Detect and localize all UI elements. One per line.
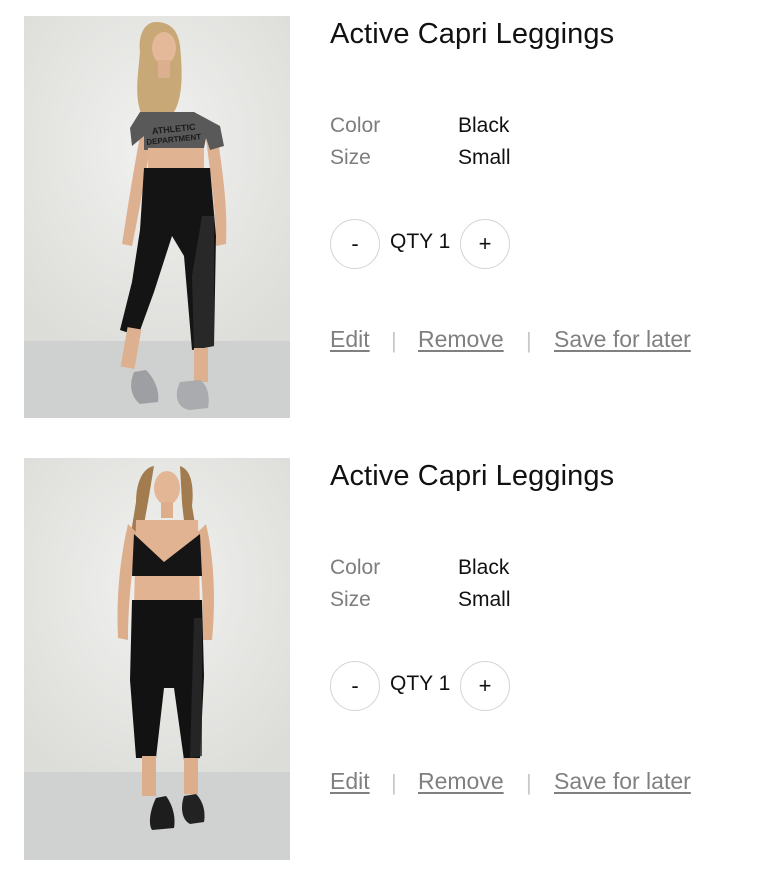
cart-item: ATHLETIC DEPARTMENT Active Capri Legging… <box>24 16 744 418</box>
link-separator: | <box>391 770 397 795</box>
edit-link[interactable]: Edit <box>330 768 370 795</box>
edit-link[interactable]: Edit <box>330 326 370 353</box>
remove-link[interactable]: Remove <box>418 326 504 353</box>
item-details: Active Capri Leggings Color Black Size S… <box>330 16 740 418</box>
quantity-decrease-button[interactable]: - <box>330 219 380 269</box>
quantity-value: QTY 1 <box>390 672 451 695</box>
color-value: Black <box>458 556 510 579</box>
quantity-increase-button[interactable]: + <box>460 661 510 711</box>
size-value: Small <box>458 146 511 169</box>
product-image[interactable] <box>24 458 290 860</box>
color-label: Color <box>330 556 381 579</box>
size-label: Size <box>330 588 371 611</box>
product-photo <box>24 458 290 860</box>
product-image[interactable]: ATHLETIC DEPARTMENT <box>24 16 290 418</box>
save-for-later-link[interactable]: Save for later <box>554 326 691 353</box>
remove-link[interactable]: Remove <box>418 768 504 795</box>
product-title[interactable]: Active Capri Leggings <box>330 18 614 51</box>
size-label: Size <box>330 146 371 169</box>
quantity-increase-button[interactable]: + <box>460 219 510 269</box>
save-for-later-link[interactable]: Save for later <box>554 768 691 795</box>
color-value: Black <box>458 114 510 137</box>
quantity-decrease-button[interactable]: - <box>330 661 380 711</box>
link-separator: | <box>526 770 532 795</box>
link-separator: | <box>391 328 397 353</box>
size-value: Small <box>458 588 511 611</box>
quantity-value: QTY 1 <box>390 230 451 253</box>
product-title[interactable]: Active Capri Leggings <box>330 460 614 493</box>
product-photo: ATHLETIC DEPARTMENT <box>24 16 290 418</box>
color-label: Color <box>330 114 381 137</box>
link-separator: | <box>526 328 532 353</box>
cart-item: Active Capri Leggings Color Black Size S… <box>24 458 744 860</box>
item-details: Active Capri Leggings Color Black Size S… <box>330 458 740 860</box>
